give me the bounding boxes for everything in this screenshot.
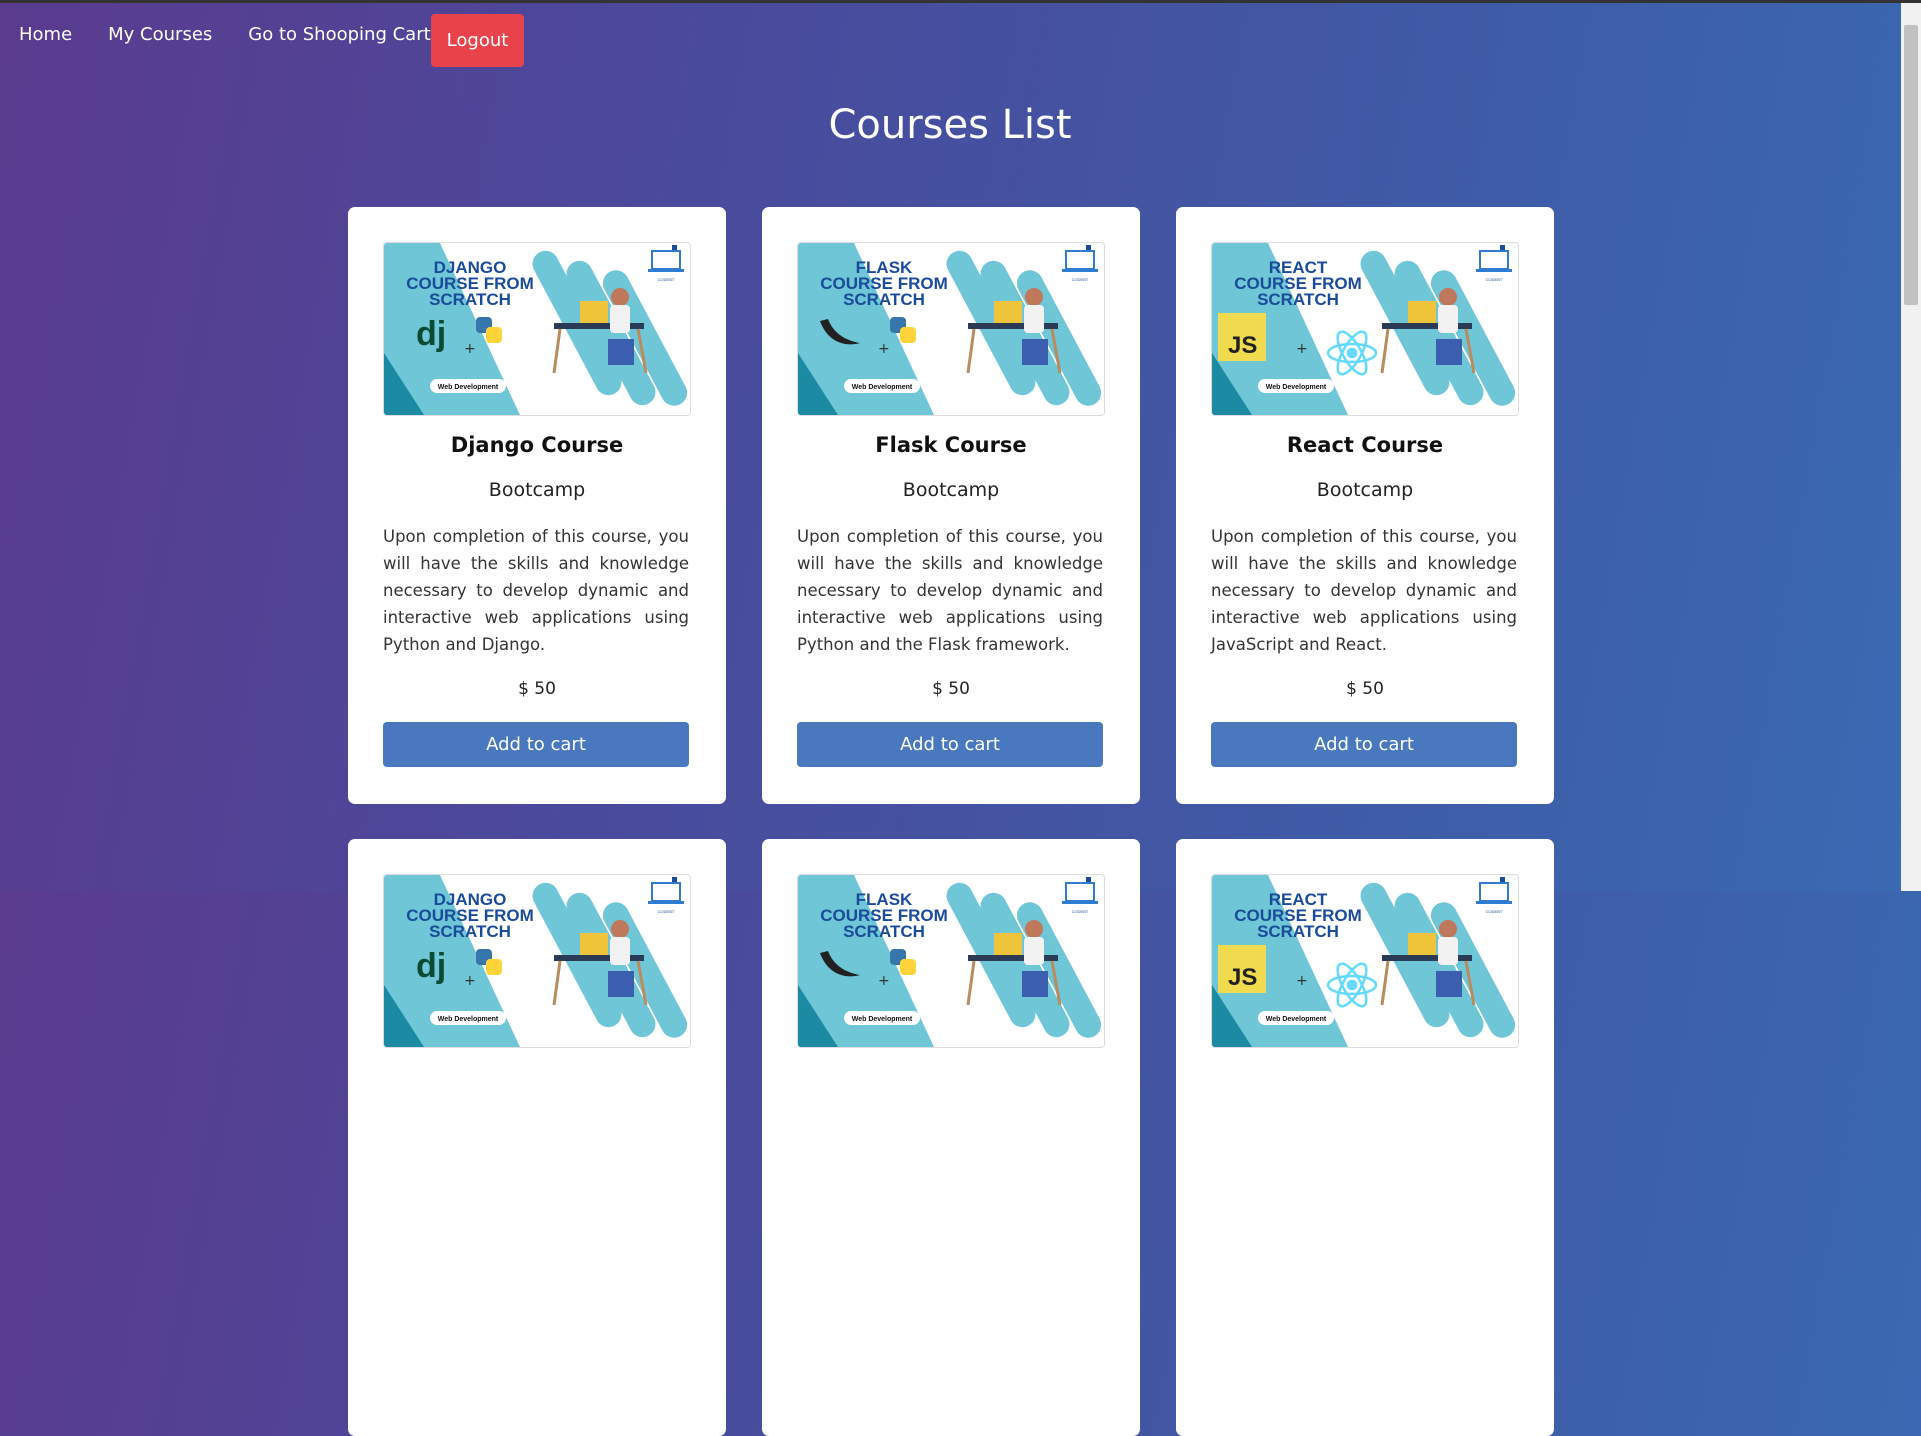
django-dj-logo-icon: dj (416, 315, 446, 353)
course-price: $ 50 (1346, 679, 1384, 699)
svg-text:CODEBT: CODEBT (658, 909, 675, 914)
svg-text:Web Development: Web Development (852, 384, 913, 391)
codebt-laptop-logo-icon: CODEBT (648, 245, 684, 282)
svg-text:SCRATCH: SCRATCH (843, 922, 925, 941)
react-atom-logo-icon (1326, 962, 1378, 1008)
course-name: Flask Course (875, 433, 1027, 457)
course-thumbnail: REACT COURSE FROM SCRATCH JS + Web Devel… (1211, 242, 1519, 416)
course-name: React Course (1286, 433, 1444, 457)
course-card-next-row: REACT COURSE FROM SCRATCH JS + Web Devel… (1176, 839, 1554, 1436)
svg-text:Web Development: Web Development (1266, 384, 1327, 391)
nav-my-courses-link[interactable]: My Courses (108, 24, 212, 45)
svg-text:JS: JS (1228, 332, 1257, 359)
add-to-cart-button[interactable]: Add to cart (1211, 722, 1517, 767)
svg-text:SCRATCH: SCRATCH (429, 922, 511, 941)
course-card-next-row: DJANGO COURSE FROM SCRATCH dj + Web Deve… (348, 839, 726, 1436)
scrollbar-thumb[interactable] (1904, 25, 1918, 305)
course-thumbnail: FLASK COURSE FROM SCRATCH + Web Developm… (797, 242, 1105, 416)
course-thumbnail: REACT COURSE FROM SCRATCH JS + Web Devel… (1211, 874, 1519, 1048)
logout-button[interactable]: Logout (431, 14, 524, 67)
svg-text:+: + (1296, 973, 1308, 989)
course-thumbnail: DJANGO COURSE FROM SCRATCH dj + Web Deve… (383, 874, 691, 1048)
svg-text:Web Development: Web Development (852, 1016, 913, 1023)
codebt-laptop-logo-icon: CODEBT (1062, 245, 1098, 282)
svg-text:JS: JS (1228, 964, 1257, 991)
course-name: Django Course (450, 433, 624, 457)
course-card: DJANGO COURSE FROM SCRATCH dj + Web Deve… (348, 207, 726, 804)
svg-text:dj: dj (416, 947, 446, 985)
course-card: FLASK COURSE FROM SCRATCH + Web Developm… (762, 207, 1140, 804)
codebt-laptop-logo-icon: CODEBT (1476, 245, 1512, 282)
course-description: Upon completion of this course, you will… (383, 527, 689, 654)
svg-text:Web Development: Web Development (1266, 1016, 1327, 1023)
svg-text:CODEBT: CODEBT (1072, 909, 1089, 914)
svg-text:CODEBT: CODEBT (1072, 277, 1089, 282)
svg-text:+: + (878, 341, 890, 357)
course-card-next-row: FLASK COURSE FROM SCRATCH + Web Developm… (762, 839, 1140, 1436)
svg-text:CODEBT: CODEBT (1486, 277, 1503, 282)
nav-shopping-cart-link[interactable]: Go to Shooping Cart (248, 24, 430, 45)
javascript-js-logo-icon: JS (1218, 945, 1266, 993)
course-subtitle: Bootcamp (902, 479, 1000, 501)
course-thumbnail: FLASK COURSE FROM SCRATCH + Web Developm… (797, 874, 1105, 1048)
course-price: $ 50 (518, 679, 556, 699)
course-subtitle: Bootcamp (488, 479, 586, 501)
codebt-laptop-logo-icon: CODEBT (1476, 877, 1512, 914)
svg-text:+: + (878, 973, 890, 989)
svg-text:SCRATCH: SCRATCH (429, 290, 511, 309)
svg-text:SCRATCH: SCRATCH (1257, 922, 1339, 941)
javascript-js-logo-icon: JS (1218, 313, 1266, 361)
codebt-laptop-logo-icon: CODEBT (648, 877, 684, 914)
vertical-scrollbar[interactable] (1901, 3, 1921, 891)
svg-text:SCRATCH: SCRATCH (843, 290, 925, 309)
add-to-cart-button[interactable]: Add to cart (797, 722, 1103, 767)
course-subtitle: Bootcamp (1316, 479, 1414, 501)
svg-text:Web Development: Web Development (438, 1016, 499, 1023)
svg-text:+: + (1296, 341, 1308, 357)
course-price: $ 50 (932, 679, 970, 699)
course-thumbnail: DJANGO COURSE FROM SCRATCH dj + Web Deve… (383, 242, 691, 416)
course-description: Upon completion of this course, you will… (797, 527, 1103, 654)
window-top-border (0, 0, 1921, 3)
svg-text:+: + (464, 973, 476, 989)
course-description: Upon completion of this course, you will… (1211, 527, 1517, 654)
svg-text:+: + (464, 341, 476, 357)
svg-text:CODEBT: CODEBT (1486, 909, 1503, 914)
django-dj-logo-icon: dj (416, 947, 446, 985)
codebt-laptop-logo-icon: CODEBT (1062, 877, 1098, 914)
nav-home-link[interactable]: Home (19, 24, 72, 45)
page-title: Courses List (828, 102, 1072, 148)
react-atom-logo-icon (1326, 330, 1378, 376)
svg-text:dj: dj (416, 315, 446, 353)
course-card: REACT COURSE FROM SCRATCH JS + Web Devel… (1176, 207, 1554, 804)
svg-text:Web Development: Web Development (438, 384, 499, 391)
add-to-cart-button[interactable]: Add to cart (383, 722, 689, 767)
svg-text:CODEBT: CODEBT (658, 277, 675, 282)
top-nav: Home My Courses Go to Shooping Cart (0, 13, 448, 68)
svg-text:SCRATCH: SCRATCH (1257, 290, 1339, 309)
